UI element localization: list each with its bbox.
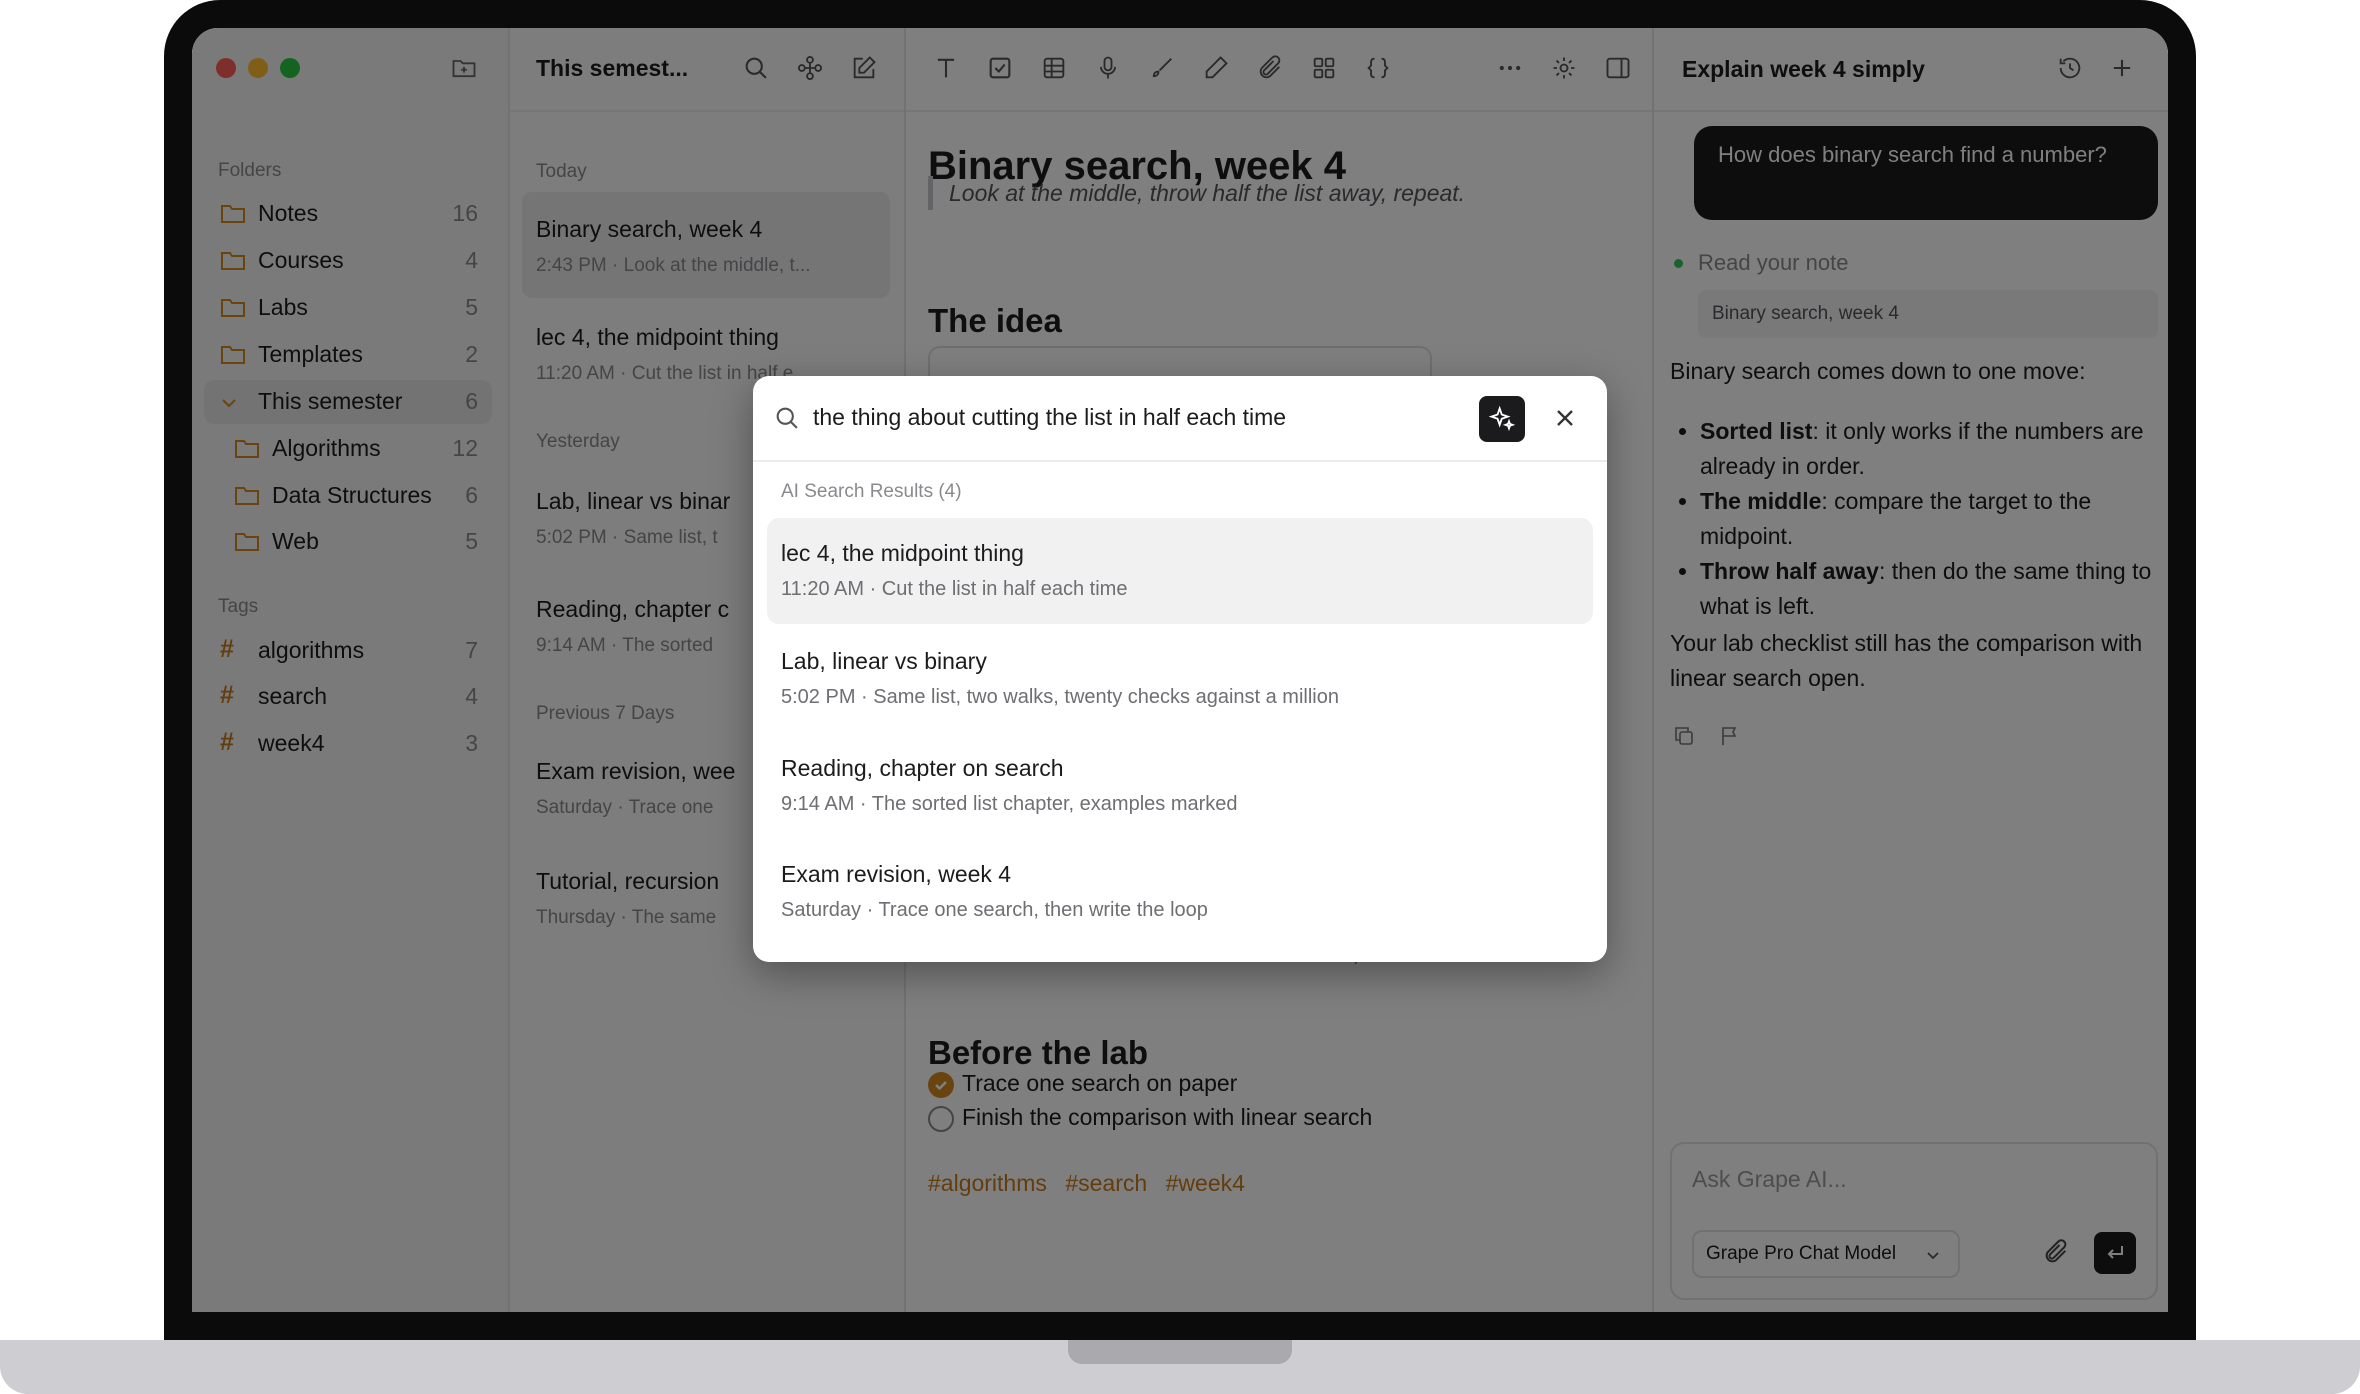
search-input[interactable]: the thing about cutting the list in half…	[813, 404, 1286, 431]
search-result-title: Exam revision, week 4	[781, 861, 1012, 887]
close-icon[interactable]	[1551, 404, 1579, 432]
ai-sparkle-button[interactable]	[1479, 396, 1525, 442]
search-result-title: lec 4, the midpoint thing	[781, 540, 1024, 566]
search-result-subtitle: Saturday · Trace one search, then write …	[781, 899, 1208, 921]
search-result-title: Reading, chapter on search	[781, 755, 1064, 781]
search-result[interactable]: Reading, chapter on search 9:14 AM · The…	[767, 733, 1593, 839]
search-icon	[773, 404, 801, 432]
search-result-subtitle: 5:02 PM · Same list, two walks, twenty c…	[781, 686, 1339, 708]
search-result[interactable]: lec 4, the midpoint thing 11:20 AM · Cut…	[767, 518, 1593, 624]
ai-search-modal: the thing about cutting the list in half…	[753, 376, 1607, 962]
results-label: AI Search Results (4)	[781, 481, 962, 502]
search-result[interactable]: Lab, linear vs binary 5:02 PM · Same lis…	[767, 626, 1593, 732]
laptop-notch	[1068, 1340, 1292, 1364]
app-window: Folders Notes 16 Courses 4 Labs 5 Templa…	[192, 28, 2168, 1312]
sparkle-icon	[1488, 405, 1516, 432]
search-result-subtitle: 9:14 AM · The sorted list chapter, examp…	[781, 793, 1238, 815]
search-result-title: Lab, linear vs binary	[781, 648, 987, 674]
search-result[interactable]: Exam revision, week 4 Saturday · Trace o…	[767, 839, 1593, 945]
search-bar: the thing about cutting the list in half…	[753, 376, 1607, 462]
search-result-subtitle: 11:20 AM · Cut the list in half each tim…	[781, 578, 1128, 600]
